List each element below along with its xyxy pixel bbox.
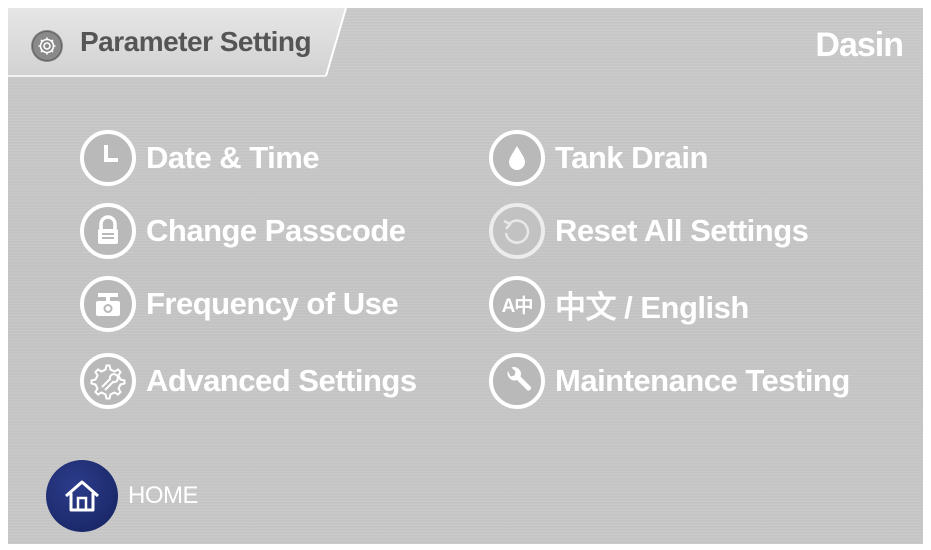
- brand-logo: Dasin: [815, 26, 904, 64]
- menu-item-frequency-of-use[interactable]: Frequency of Use: [80, 275, 399, 333]
- usage-counter-icon: [80, 276, 136, 332]
- lock-icon: [80, 203, 136, 259]
- clock-icon: [80, 130, 136, 186]
- screen: Parameter Setting Dasin Date & Time Chan…: [8, 8, 923, 544]
- wrench-icon: [489, 353, 545, 409]
- menu-label-frequency-of-use: Frequency of Use: [146, 286, 399, 321]
- menu-item-language[interactable]: A中 中文 / English: [489, 275, 749, 333]
- menu-item-maintenance-testing[interactable]: Maintenance Testing: [489, 352, 850, 410]
- menu-item-change-passcode[interactable]: Change Passcode: [80, 202, 406, 260]
- menu-item-date-time[interactable]: Date & Time: [80, 129, 320, 187]
- gear-icon: [30, 29, 64, 63]
- menu-label-tank-drain: Tank Drain: [555, 140, 708, 175]
- menu-label-advanced-settings: Advanced Settings: [146, 363, 417, 398]
- menu-label-maintenance-testing: Maintenance Testing: [555, 363, 850, 398]
- home-button[interactable]: HOME: [46, 460, 199, 532]
- home-label: HOME: [128, 482, 199, 509]
- menu-label-language: 中文 / English: [555, 289, 749, 325]
- language-icon-text: A中: [501, 295, 534, 317]
- home-icon: [46, 460, 118, 532]
- menu-item-reset-all-settings[interactable]: Reset All Settings: [489, 202, 809, 260]
- menu-label-reset-all-settings: Reset All Settings: [555, 213, 809, 248]
- menu-item-tank-drain[interactable]: Tank Drain: [489, 129, 708, 187]
- title-tab: Parameter Setting: [8, 8, 348, 78]
- menu-item-advanced-settings[interactable]: Advanced Settings: [80, 352, 417, 410]
- advanced-settings-icon: [80, 353, 136, 409]
- language-icon: A中: [489, 276, 545, 332]
- menu-label-change-passcode: Change Passcode: [146, 213, 406, 248]
- page-title: Parameter Setting: [80, 26, 312, 57]
- menu-label-date-time: Date & Time: [146, 140, 320, 175]
- water-drop-icon: [489, 130, 545, 186]
- reset-icon: [489, 203, 545, 259]
